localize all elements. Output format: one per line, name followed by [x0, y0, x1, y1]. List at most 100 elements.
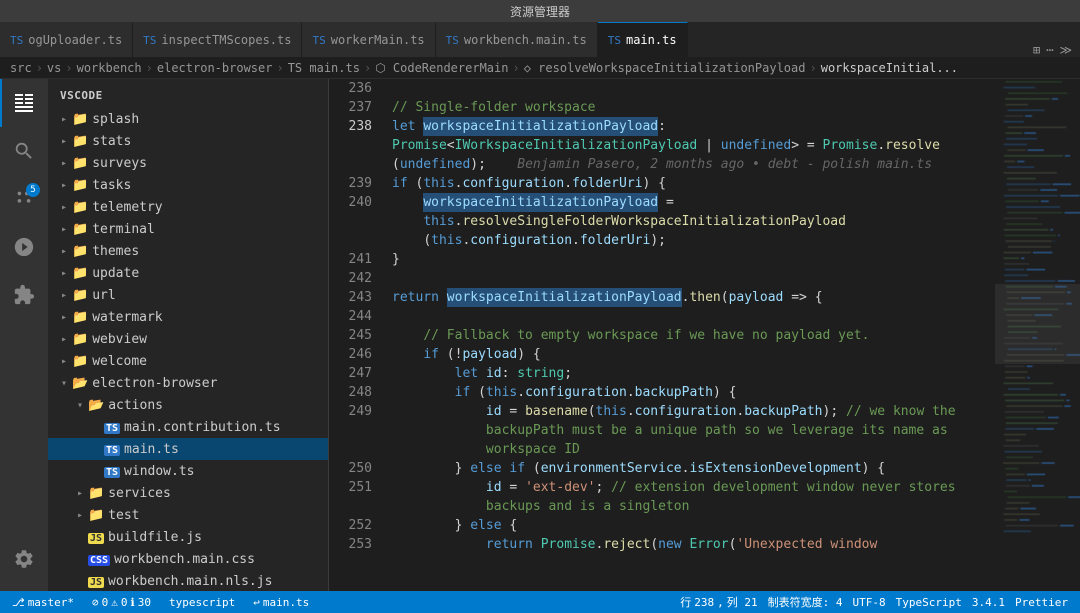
tab-label: inspectTMScopes.ts [161, 33, 291, 47]
tree-item-themes[interactable]: ▸📁themes [48, 240, 328, 262]
tree-item-tasks[interactable]: ▸📁tasks [48, 174, 328, 196]
tree-item-splash[interactable]: ▸📁splash [48, 108, 328, 130]
tab-logUploader[interactable]: TSogUploader.ts [0, 22, 133, 57]
status-branch[interactable]: ⎇ master* [8, 596, 78, 609]
activity-icon-debug[interactable] [0, 223, 48, 271]
breadcrumb-item[interactable]: vs [47, 61, 61, 75]
tree-item-buildfile-js[interactable]: JSbuildfile.js [48, 526, 328, 548]
tree-icon: 📁 [72, 310, 88, 325]
tree-arrow: ▸ [56, 331, 72, 347]
tree-arrow: ▸ [56, 177, 72, 193]
overflow-icon[interactable]: ≫ [1059, 43, 1072, 57]
tab-workbenchMainTs[interactable]: TSworkbench.main.ts [436, 22, 598, 57]
status-prettier[interactable]: Prettier [1011, 594, 1072, 610]
code-lines[interactable]: // Single-folder workspacelet workspaceI… [384, 79, 995, 591]
tree-label: actions [108, 398, 163, 413]
tab-inspectTMScopes[interactable]: TSinspectTMScopes.ts [133, 22, 302, 57]
status-encoding[interactable]: UTF-8 [849, 594, 890, 610]
tree-arrow [88, 463, 104, 479]
breadcrumb-item[interactable]: workspaceInitial... [821, 61, 958, 75]
tree-icon: 📁 [88, 508, 104, 523]
tree-item-actions[interactable]: ▾📂actions [48, 394, 328, 416]
tree-arrow [88, 441, 104, 457]
tree-item-url[interactable]: ▸📁url [48, 284, 328, 306]
tree-item-surveys[interactable]: ▸📁surveys [48, 152, 328, 174]
tree-item-welcome[interactable]: ▸📁welcome [48, 350, 328, 372]
line-number [329, 231, 384, 250]
tree-item-telemetry[interactable]: ▸📁telemetry [48, 196, 328, 218]
tree-item-window-ts[interactable]: TSwindow.ts [48, 460, 328, 482]
tree-icon: 📁 [88, 486, 104, 501]
filename-label: main.ts [263, 596, 309, 609]
tab-mainTs[interactable]: TSmain.ts [598, 22, 688, 57]
tree-item-webview[interactable]: ▸📁webview [48, 328, 328, 350]
tree-arrow [72, 551, 88, 567]
code-line: let workspaceInitializationPayload: [392, 117, 995, 136]
breadcrumb-item[interactable]: ◇ resolveWorkspaceInitializationPayload [524, 61, 806, 75]
tab-workerMain[interactable]: TSworkerMain.ts [302, 22, 435, 57]
code-line: } else if (environmentService.isExtensio… [392, 459, 995, 478]
tab-actions[interactable]: ⊞ ⋯ ≫ [1025, 43, 1080, 57]
tree-item-terminal[interactable]: ▸📁terminal [48, 218, 328, 240]
status-errors[interactable]: ⊘ 0 ⚠ 0 ℹ 30 [88, 596, 155, 609]
tree-arrow: ▾ [72, 397, 88, 413]
line-number: 239 [329, 174, 384, 193]
status-filename[interactable]: ↩ main.ts [249, 596, 313, 609]
tree-item-workbench-main-css[interactable]: CSSworkbench.main.css [48, 548, 328, 570]
tree-label: main.contribution.ts [124, 420, 281, 435]
status-line[interactable]: 行 238, 列 21 [676, 594, 761, 610]
line-number: 247 [329, 364, 384, 383]
activity-icon-extensions[interactable] [0, 271, 48, 319]
code-editor: 2362372382392402412422432442452462472482… [329, 79, 1080, 591]
status-indent[interactable]: 制表符宽度: 4 [764, 594, 847, 610]
line-number: 248 [329, 383, 384, 402]
breadcrumb-item[interactable]: TS main.ts [288, 61, 360, 75]
error-icon: ⊘ [92, 596, 99, 609]
tree-item-stats[interactable]: ▸📁stats [48, 130, 328, 152]
language-label: TypeScript [896, 596, 962, 609]
tree-item-workbench-main-nls-js[interactable]: JSworkbench.main.nls.js [48, 570, 328, 591]
activity-icon-source-control[interactable]: 5 [0, 175, 48, 223]
line-number: 238 [329, 117, 384, 136]
line-number [329, 212, 384, 231]
tree-arrow [72, 573, 88, 589]
tree-item-electron-browser[interactable]: ▾📂electron-browser [48, 372, 328, 394]
status-version[interactable]: 3.4.1 [968, 594, 1009, 610]
activity-bar: 5 [0, 79, 48, 591]
more-actions-icon[interactable]: ⋯ [1046, 43, 1053, 57]
tree-item-update[interactable]: ▸📁update [48, 262, 328, 284]
minimap-viewport [995, 284, 1080, 364]
code-content[interactable]: 2362372382392402412422432442452462472482… [329, 79, 1080, 591]
breadcrumb-item[interactable]: electron-browser [157, 61, 273, 75]
tree-label: stats [92, 134, 131, 149]
tree-item-main-ts[interactable]: TSmain.ts [48, 438, 328, 460]
line-number [329, 440, 384, 459]
git-branch-icon: ⎇ [12, 596, 25, 609]
filename-icon: ↩ [253, 596, 260, 609]
indent-label: 制表符宽度: 4 [768, 594, 843, 610]
breadcrumb-item[interactable]: workbench [77, 61, 142, 75]
breadcrumb-item[interactable]: src [10, 61, 32, 75]
code-line: (undefined); Benjamin Pasero, 2 months a… [392, 155, 995, 174]
status-filetype[interactable]: typescript [165, 596, 239, 609]
tree-label: workbench.main.css [114, 552, 255, 567]
activity-icon-search[interactable] [0, 127, 48, 175]
ts-icon: TS [446, 34, 459, 47]
tree-label: url [92, 288, 115, 303]
activity-icon-settings[interactable] [0, 535, 48, 583]
tree-item-services[interactable]: ▸📁services [48, 482, 328, 504]
line-number: 242 [329, 269, 384, 288]
line-number: 253 [329, 535, 384, 554]
tree-item-main-contribution-ts[interactable]: TSmain.contribution.ts [48, 416, 328, 438]
breadcrumb-item[interactable]: ⬡ CodeRendererMain [375, 61, 508, 75]
line-number: 249 [329, 402, 384, 421]
minimap[interactable] [995, 79, 1080, 591]
tree-item-watermark[interactable]: ▸📁watermark [48, 306, 328, 328]
line-number: 245 [329, 326, 384, 345]
breadcrumb-separator: › [36, 61, 43, 75]
status-language[interactable]: TypeScript [892, 594, 966, 610]
col-label: 列 21 [727, 594, 758, 610]
activity-icon-explorer[interactable] [0, 79, 48, 127]
tree-item-test[interactable]: ▸📁test [48, 504, 328, 526]
split-editor-icon[interactable]: ⊞ [1033, 43, 1040, 57]
